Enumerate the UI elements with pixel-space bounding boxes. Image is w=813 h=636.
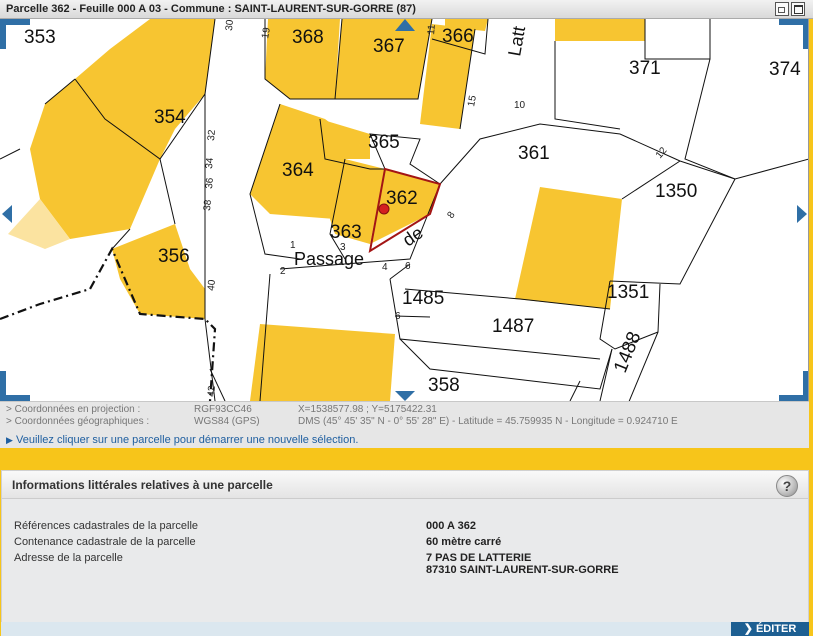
parcel-label: 374 xyxy=(769,59,801,80)
info-value: 000 A 362 xyxy=(426,520,476,532)
info-value: 60 mètre carré xyxy=(426,536,502,548)
info-label: Références cadastrales de la parcelle xyxy=(14,520,199,532)
selection-hint-text: Veuillez cliquer sur une parcelle pour d… xyxy=(15,434,359,446)
edit-bar: ❯ ÉDITER xyxy=(1,622,809,636)
building xyxy=(555,19,645,41)
parcel-label: 356 xyxy=(158,246,190,267)
parcel-label: 1488 xyxy=(610,329,645,376)
play-arrow-icon: ▶ xyxy=(6,435,13,445)
parcel-label: 368 xyxy=(292,27,324,48)
corner-top-right-icon xyxy=(779,19,808,49)
svg-text:38: 38 xyxy=(202,199,214,211)
parcel-info-panel: Informations littérales relatives à une … xyxy=(1,470,809,636)
parcel-label: 364 xyxy=(282,160,314,181)
svg-text:36: 36 xyxy=(204,177,216,189)
corner-bottom-right-icon xyxy=(779,371,808,401)
svg-text:3: 3 xyxy=(340,242,346,253)
svg-text:12: 12 xyxy=(654,145,670,161)
street-name: Latt xyxy=(504,25,529,58)
parcel-label: 1351 xyxy=(607,282,649,303)
question-icon[interactable]: ? xyxy=(776,475,798,497)
panel-header: Informations littérales relatives à une … xyxy=(2,471,808,499)
building xyxy=(250,324,395,401)
edit-button-label: ÉDITER xyxy=(755,623,797,635)
pan-down-arrow-icon[interactable] xyxy=(395,391,415,401)
svg-text:40: 40 xyxy=(206,279,218,291)
restore-window-button[interactable] xyxy=(775,2,789,16)
svg-text:6: 6 xyxy=(405,261,411,272)
maximize-window-button[interactable] xyxy=(791,2,805,16)
street-name: Passage xyxy=(294,249,364,269)
pan-left-arrow-icon[interactable] xyxy=(2,205,12,223)
building xyxy=(320,119,370,159)
panel-title: Informations littérales relatives à une … xyxy=(12,478,273,492)
svg-text:11: 11 xyxy=(426,24,438,36)
restore-icon xyxy=(778,7,785,13)
parcel-label: 371 xyxy=(629,58,661,79)
parcel-label: 363 xyxy=(330,222,362,243)
window-title: Parcelle 362 - Feuille 000 A 03 - Commun… xyxy=(6,3,416,15)
info-label: Adresse de la parcelle xyxy=(14,552,123,564)
svg-text:10: 10 xyxy=(514,100,526,111)
building xyxy=(515,187,622,309)
parcel-label: 354 xyxy=(154,107,186,128)
parcel-label: 365 xyxy=(368,132,400,153)
corner-bottom-left-icon xyxy=(0,371,30,401)
svg-text:15: 15 xyxy=(466,94,479,107)
geo-system: WGS84 (GPS) xyxy=(194,416,260,427)
parcel-label: 366 xyxy=(442,26,474,47)
edit-button[interactable]: ❯ ÉDITER xyxy=(731,622,809,636)
svg-text:4: 4 xyxy=(382,262,388,273)
building xyxy=(112,224,205,319)
parcel-label: 361 xyxy=(518,143,550,164)
selected-parcel-label: 362 xyxy=(386,188,418,209)
svg-text:30: 30 xyxy=(224,19,236,31)
svg-text:6: 6 xyxy=(395,311,401,322)
svg-text:32: 32 xyxy=(206,129,218,141)
projection-label: > Coordonnées en projection : xyxy=(6,404,141,415)
cadastral-map[interactable]: 353 368 367 366 371 374 354 365 361 364 … xyxy=(0,19,809,401)
window-titlebar: Parcelle 362 - Feuille 000 A 03 - Commun… xyxy=(0,0,813,19)
pan-right-arrow-icon[interactable] xyxy=(797,205,807,223)
parcel-label: 1485 xyxy=(402,288,444,309)
projection-value: X=1538577.98 ; Y=5175422.31 xyxy=(298,404,437,415)
chevron-right-icon: ❯ xyxy=(743,623,753,635)
parcel-label: 367 xyxy=(373,36,405,57)
parcel-label: 358 xyxy=(428,375,460,396)
svg-text:1: 1 xyxy=(290,240,296,251)
parcel-label: 353 xyxy=(24,27,56,48)
svg-text:42: 42 xyxy=(206,385,218,397)
geo-value: DMS (45° 45' 35" N - 0° 55' 28" E) - Lat… xyxy=(298,416,678,427)
parcel-label: 1350 xyxy=(655,181,697,202)
info-value: 87310 SAINT-LAURENT-SUR-GORRE xyxy=(426,564,619,576)
map-canvas[interactable]: 353 368 367 366 371 374 354 365 361 364 … xyxy=(0,19,809,401)
svg-text:8: 8 xyxy=(445,209,457,220)
buildings-layer xyxy=(8,19,645,401)
coordinates-panel: > Coordonnées en projection : RGF93CC46 … xyxy=(0,401,809,448)
svg-text:2: 2 xyxy=(280,266,286,277)
geo-label: > Coordonnées géographiques : xyxy=(6,416,150,427)
selection-hint: ▶ Veuillez cliquer sur une parcelle pour… xyxy=(6,434,358,446)
info-value: 7 PAS DE LATTERIE xyxy=(426,552,532,564)
svg-text:34: 34 xyxy=(204,157,216,169)
parcel-label: 1487 xyxy=(492,316,534,337)
building xyxy=(335,19,432,99)
info-label: Contenance cadastrale de la parcelle xyxy=(14,536,196,548)
maximize-icon xyxy=(794,5,803,14)
projection-system: RGF93CC46 xyxy=(194,404,252,415)
